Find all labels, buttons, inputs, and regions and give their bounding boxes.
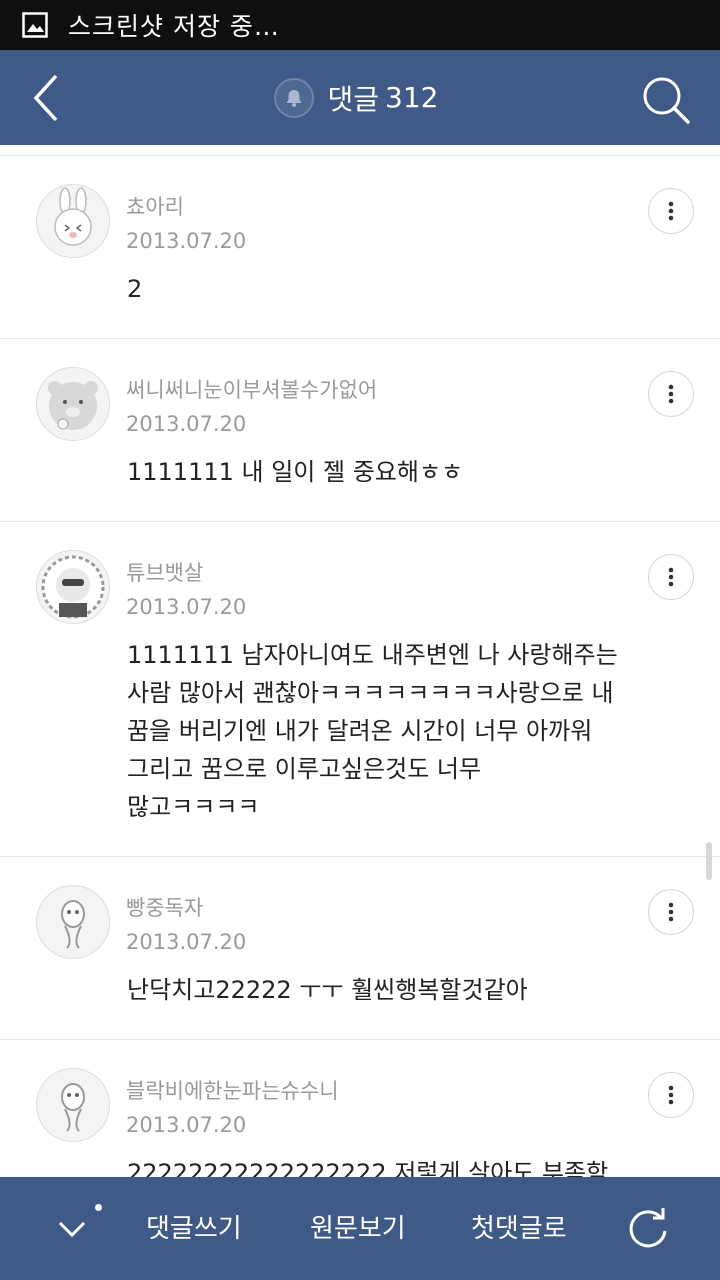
chevron-left-icon	[33, 74, 58, 122]
more-options-button[interactable]	[648, 371, 694, 417]
comment-text: 1111111 남자아니여도 내주변엔 나 사랑해주는 사람 많아서 괜찮아ㅋㅋ…	[127, 641, 618, 821]
page-title: 댓글	[327, 82, 380, 116]
comment-count: 312	[385, 81, 439, 114]
comment-author[interactable]: 튜브뱃살	[126, 560, 720, 586]
more-options-button[interactable]	[648, 1072, 694, 1118]
default-avatar[interactable]	[36, 885, 110, 959]
comment-author[interactable]: 써니써니눈이부셔볼수가없어	[126, 377, 720, 403]
more-vertical-icon	[668, 1085, 674, 1105]
comment-item: 써니써니눈이부셔볼수가없어 2013.07.20 1111111 내 일이 젤 …	[0, 339, 720, 522]
chevron-down-icon	[58, 1221, 86, 1238]
comment-author[interactable]: 쵸아리	[126, 194, 720, 220]
status-bar: 스크린샷 저장 중…	[0, 0, 720, 50]
refresh-button[interactable]	[624, 1205, 672, 1253]
comment-author[interactable]: 빵중독자	[126, 895, 720, 921]
comment-item: 블락비에한눈파는슈수니 2013.07.20 22222222222222222…	[0, 1040, 720, 1178]
search-button[interactable]	[640, 74, 692, 126]
back-button[interactable]	[22, 72, 74, 124]
first-comment-button[interactable]: 첫댓글로	[471, 1211, 567, 1247]
more-options-button[interactable]	[648, 554, 694, 600]
comment-text: 1111111 내 일이 젤 중요해ㅎㅎ	[127, 458, 464, 486]
comment-item: 쵸아리 2013.07.20 2	[0, 156, 720, 339]
scrollbar-thumb[interactable]	[706, 842, 712, 880]
rabbit-character-avatar[interactable]	[36, 184, 110, 258]
comment-list[interactable]: 쵸아리 2013.07.20 2 써니써니눈이부셔볼수가없어 2013.07.2…	[0, 155, 720, 1178]
more-vertical-icon	[668, 902, 674, 922]
more-vertical-icon	[668, 384, 674, 404]
bottom-action-bar: 댓글쓰기 원문보기 첫댓글로	[0, 1177, 720, 1280]
default-avatar[interactable]	[36, 1068, 110, 1142]
more-options-button[interactable]	[648, 188, 694, 234]
search-icon	[643, 77, 690, 124]
comment-date: 2013.07.20	[126, 930, 247, 954]
comment-item: 튜브뱃살 2013.07.20 1111111 남자아니여도 내주변엔 나 사랑…	[0, 522, 720, 857]
new-indicator-dot	[95, 1204, 102, 1211]
more-options-button[interactable]	[648, 889, 694, 935]
character-avatar[interactable]	[36, 550, 110, 624]
more-vertical-icon	[668, 201, 674, 221]
comment-date: 2013.07.20	[126, 412, 247, 436]
bear-character-avatar[interactable]	[36, 367, 110, 441]
collapse-button[interactable]	[52, 1209, 92, 1249]
image-icon	[22, 12, 48, 38]
comment-text: 2	[127, 275, 143, 303]
view-original-button[interactable]: 원문보기	[310, 1211, 406, 1247]
refresh-icon	[629, 1208, 667, 1248]
top-app-bar: 댓글 312	[0, 50, 720, 145]
bell-icon[interactable]	[273, 77, 314, 118]
status-text: 스크린샷 저장 중…	[68, 12, 280, 41]
header-title: 댓글 312	[0, 50, 720, 145]
comment-author[interactable]: 블락비에한눈파는슈수니	[126, 1078, 720, 1104]
comment-date: 2013.07.20	[126, 229, 247, 253]
comment-date: 2013.07.20	[126, 595, 247, 619]
write-comment-button[interactable]: 댓글쓰기	[146, 1211, 242, 1247]
comment-item: 빵중독자 2013.07.20 난닥치고22222 ㅜㅜ 훨씬행복할것같아	[0, 857, 720, 1040]
comment-text: 난닥치고22222 ㅜㅜ 훨씬행복할것같아	[127, 976, 528, 1004]
comment-date: 2013.07.20	[126, 1113, 247, 1137]
more-vertical-icon	[668, 567, 674, 587]
comment-text: 22222222222222222 저렇게 살아도 부족함 없을듯	[127, 1159, 609, 1178]
